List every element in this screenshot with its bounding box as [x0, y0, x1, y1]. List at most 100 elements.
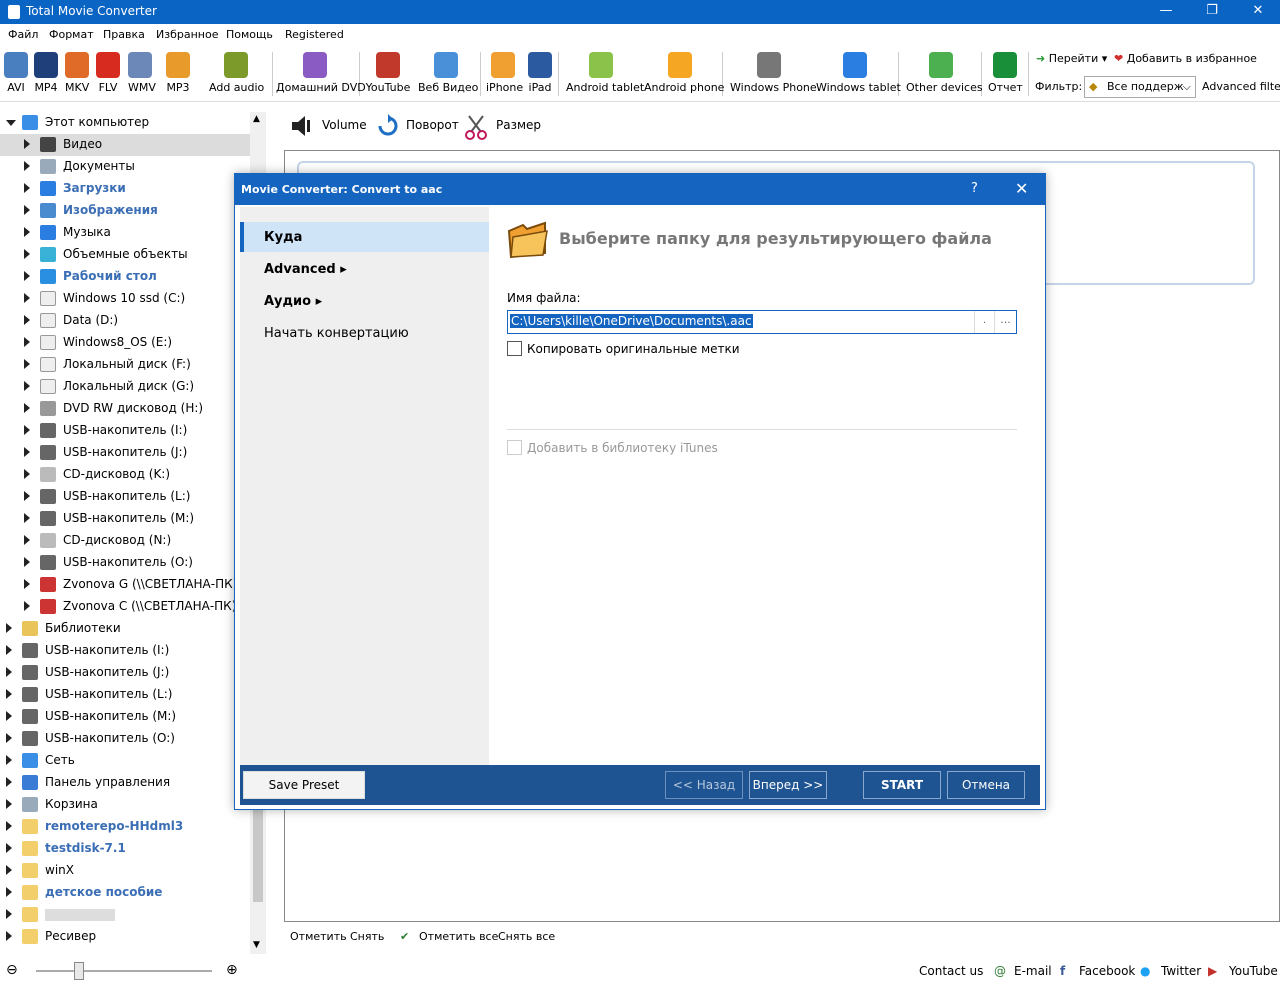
menu-registered[interactable]: Registered — [285, 28, 344, 41]
expand-right-icon[interactable] — [6, 711, 12, 721]
expand-right-icon[interactable] — [24, 513, 30, 523]
tree-item[interactable] — [0, 904, 250, 926]
expand-right-icon[interactable] — [6, 689, 12, 699]
tree-item[interactable]: USB-накопитель (O:) — [0, 552, 250, 574]
expand-right-icon[interactable] — [24, 535, 30, 545]
tree-item[interactable]: winX — [0, 860, 250, 882]
menu-format[interactable]: Формат — [49, 28, 94, 41]
dialog-nav-item[interactable]: Advanced ▸ — [240, 254, 489, 284]
expand-right-icon[interactable] — [6, 887, 12, 897]
toolbar-веб-видео-button[interactable]: Веб Видео — [418, 52, 478, 94]
facebook-link[interactable]: Facebook — [1079, 964, 1135, 978]
menu-favorites[interactable]: Избранное — [156, 28, 218, 41]
tree-item[interactable]: Корзина — [0, 794, 250, 816]
menu-edit[interactable]: Правка — [103, 28, 145, 41]
rotate-button[interactable]: Поворот — [406, 118, 459, 132]
filter-dropdown[interactable]: ◆ Все поддерж ⌵ — [1084, 76, 1196, 98]
minimize-button[interactable]: — — [1143, 0, 1189, 24]
advanced-filter-button[interactable]: Advanced filter — [1202, 80, 1280, 93]
expand-right-icon[interactable] — [6, 799, 12, 809]
scroll-down-icon[interactable]: ▼ — [253, 940, 260, 950]
expand-right-icon[interactable] — [24, 183, 30, 193]
toolbar-iphone-button[interactable]: iPhone — [486, 52, 523, 94]
expand-right-icon[interactable] — [24, 491, 30, 501]
expand-right-icon[interactable] — [6, 733, 12, 743]
contact-link[interactable]: Contact us — [919, 964, 983, 978]
tree-item[interactable]: Объемные объекты — [0, 244, 250, 266]
toolbar-mkv-button[interactable]: MKV — [65, 52, 89, 94]
tree-item[interactable]: DVD RW дисковод (H:) — [0, 398, 250, 420]
expand-right-icon[interactable] — [6, 821, 12, 831]
tree-item[interactable]: CD-дисковод (K:) — [0, 464, 250, 486]
expand-right-icon[interactable] — [24, 447, 30, 457]
unmark-all-button[interactable]: Снять все — [498, 930, 555, 943]
tree-item[interactable]: Windows8_OS (E:) — [0, 332, 250, 354]
tree-item[interactable]: USB-накопитель (M:) — [0, 706, 250, 728]
tree-item[interactable]: USB-накопитель (I:) — [0, 420, 250, 442]
tree-item[interactable]: CD-дисковод (N:) — [0, 530, 250, 552]
zoom-slider-thumb[interactable] — [74, 962, 84, 980]
tree-item[interactable]: Панель управления — [0, 772, 250, 794]
close-window-button[interactable]: ✕ — [1235, 0, 1280, 24]
tree-item[interactable]: Ресивер — [0, 926, 250, 948]
expand-right-icon[interactable] — [6, 755, 12, 765]
tree-item[interactable]: Изображения — [0, 200, 250, 222]
toolbar-flv-button[interactable]: FLV — [96, 52, 120, 94]
toolbar-домашний-dvd-button[interactable]: Домашний DVD — [276, 52, 366, 94]
dialog-nav-item[interactable]: Аудио ▸ — [240, 286, 489, 316]
tree-item[interactable]: Data (D:) — [0, 310, 250, 332]
tree-item[interactable]: Этот компьютер — [0, 112, 250, 134]
tree-item[interactable]: Документы — [0, 156, 250, 178]
expand-right-icon[interactable] — [24, 161, 30, 171]
next-button[interactable]: Вперед >> — [749, 771, 827, 799]
tree-item[interactable]: Загрузки — [0, 178, 250, 200]
expand-right-icon[interactable] — [24, 315, 30, 325]
save-preset-button[interactable]: Save Preset — [243, 771, 365, 799]
mark-all-button[interactable]: Отметить все — [419, 930, 498, 943]
tree-item[interactable]: Windows 10 ssd (C:) — [0, 288, 250, 310]
tree-item[interactable]: USB-накопитель (M:) — [0, 508, 250, 530]
twitter-link[interactable]: Twitter — [1161, 964, 1201, 978]
expand-right-icon[interactable] — [6, 931, 12, 941]
tree-item[interactable]: Локальный диск (G:) — [0, 376, 250, 398]
browse-button[interactable]: ... — [994, 311, 1016, 333]
toolbar-add-audio-button[interactable]: Add audio — [209, 52, 264, 94]
mark-button[interactable]: Отметить — [290, 930, 347, 943]
expand-right-icon[interactable] — [6, 909, 12, 919]
toolbar-android-tablet-button[interactable]: Android tablet — [566, 52, 644, 94]
help-button[interactable]: ? — [971, 181, 978, 196]
tree-item[interactable]: USB-накопитель (O:) — [0, 728, 250, 750]
email-link[interactable]: E-mail — [1014, 964, 1052, 978]
expand-right-icon[interactable] — [24, 469, 30, 479]
tree-item[interactable]: USB-накопитель (J:) — [0, 662, 250, 684]
filename-input[interactable]: C:\Users\kille\OneDrive\Documents\.aac .… — [507, 310, 1017, 334]
expand-right-icon[interactable] — [24, 139, 30, 149]
zoom-out-icon[interactable]: ⊖ — [6, 962, 18, 978]
tree-item[interactable]: USB-накопитель (I:) — [0, 640, 250, 662]
expand-right-icon[interactable] — [6, 777, 12, 787]
youtube-link[interactable]: YouTube — [1229, 964, 1278, 978]
tree-item[interactable]: Локальный диск (F:) — [0, 354, 250, 376]
toolbar-avi-button[interactable]: AVI — [4, 52, 28, 94]
tree-item[interactable]: testdisk-7.1 — [0, 838, 250, 860]
expand-right-icon[interactable] — [6, 623, 12, 633]
toolbar-windows-phone-button[interactable]: Windows Phone — [730, 52, 817, 94]
expand-right-icon[interactable] — [24, 337, 30, 347]
zoom-in-icon[interactable]: ⊕ — [226, 962, 238, 978]
expand-right-icon[interactable] — [24, 381, 30, 391]
volume-button[interactable]: Volume — [322, 118, 367, 132]
tree-item[interactable]: Сеть — [0, 750, 250, 772]
dialog-nav-item[interactable]: Куда — [240, 222, 489, 252]
expand-down-icon[interactable] — [6, 120, 16, 126]
filename-dot-button[interactable]: . — [974, 311, 994, 333]
scroll-up-icon[interactable]: ▲ — [253, 114, 260, 124]
toolbar-mp4-button[interactable]: MP4 — [34, 52, 58, 94]
tree-item[interactable]: Музыка — [0, 222, 250, 244]
menu-file[interactable]: Файл — [8, 28, 38, 41]
expand-right-icon[interactable] — [24, 579, 30, 589]
expand-right-icon[interactable] — [24, 557, 30, 567]
tree-item[interactable]: USB-накопитель (L:) — [0, 684, 250, 706]
expand-right-icon[interactable] — [24, 271, 30, 281]
start-button[interactable]: START — [863, 771, 941, 799]
toolbar-wmv-button[interactable]: WMV — [128, 52, 156, 94]
